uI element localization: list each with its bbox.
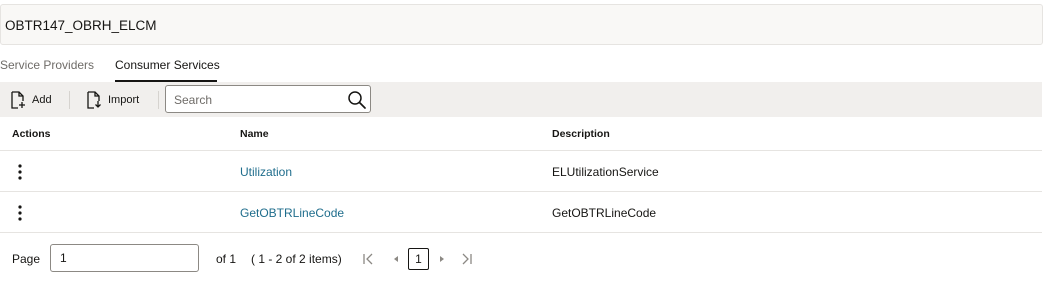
page-number-input[interactable]: [50, 244, 199, 272]
page-header: OBTR147_OBRH_ELCM: [0, 4, 1043, 45]
add-button-label: Add: [32, 94, 52, 106]
pagination-bar: Page of 1 ( 1 - 2 of 2 items) 1: [0, 240, 1042, 280]
toolbar-divider: [158, 91, 159, 109]
page-count-label: of 1: [216, 252, 237, 266]
page-title: OBTR147_OBRH_ELCM: [5, 18, 157, 33]
add-file-icon: [11, 91, 25, 109]
column-header-actions: Actions: [12, 128, 51, 140]
column-header-name[interactable]: Name: [240, 128, 269, 140]
prev-page-icon[interactable]: [388, 251, 404, 267]
service-name-link[interactable]: Utilization: [240, 165, 292, 179]
column-header-description[interactable]: Description: [552, 128, 610, 140]
add-button[interactable]: Add: [10, 91, 52, 109]
import-button[interactable]: Import: [86, 91, 139, 109]
search-box: [165, 85, 371, 113]
search-icon[interactable]: [347, 90, 367, 110]
import-file-icon: [87, 91, 101, 109]
service-name-link[interactable]: GetOBTRLineCode: [240, 206, 344, 220]
service-description: ELUtilizationService: [552, 165, 659, 179]
table-row[interactable]: Utilization ELUtilizationService: [0, 151, 1042, 192]
toolbar-divider: [69, 91, 70, 109]
table-header: Actions Name Description: [0, 117, 1042, 151]
toolbar: Add Import: [0, 82, 1042, 117]
first-page-icon[interactable]: [360, 251, 376, 267]
service-description: GetOBTRLineCode: [552, 206, 657, 220]
current-page-button[interactable]: 1: [408, 248, 429, 270]
page-label: Page: [12, 252, 41, 266]
search-input[interactable]: [174, 91, 344, 109]
tab-consumer-services[interactable]: Consumer Services: [115, 58, 220, 72]
kebab-menu-icon[interactable]: [15, 163, 25, 181]
import-button-label: Import: [108, 94, 140, 106]
last-page-icon[interactable]: [459, 251, 475, 267]
tab-service-providers[interactable]: Service Providers: [0, 58, 94, 72]
item-range-label: ( 1 - 2 of 2 items): [251, 252, 342, 266]
next-page-icon[interactable]: [434, 251, 450, 267]
kebab-menu-icon[interactable]: [15, 204, 25, 222]
table-row[interactable]: GetOBTRLineCode GetOBTRLineCode: [0, 192, 1042, 233]
